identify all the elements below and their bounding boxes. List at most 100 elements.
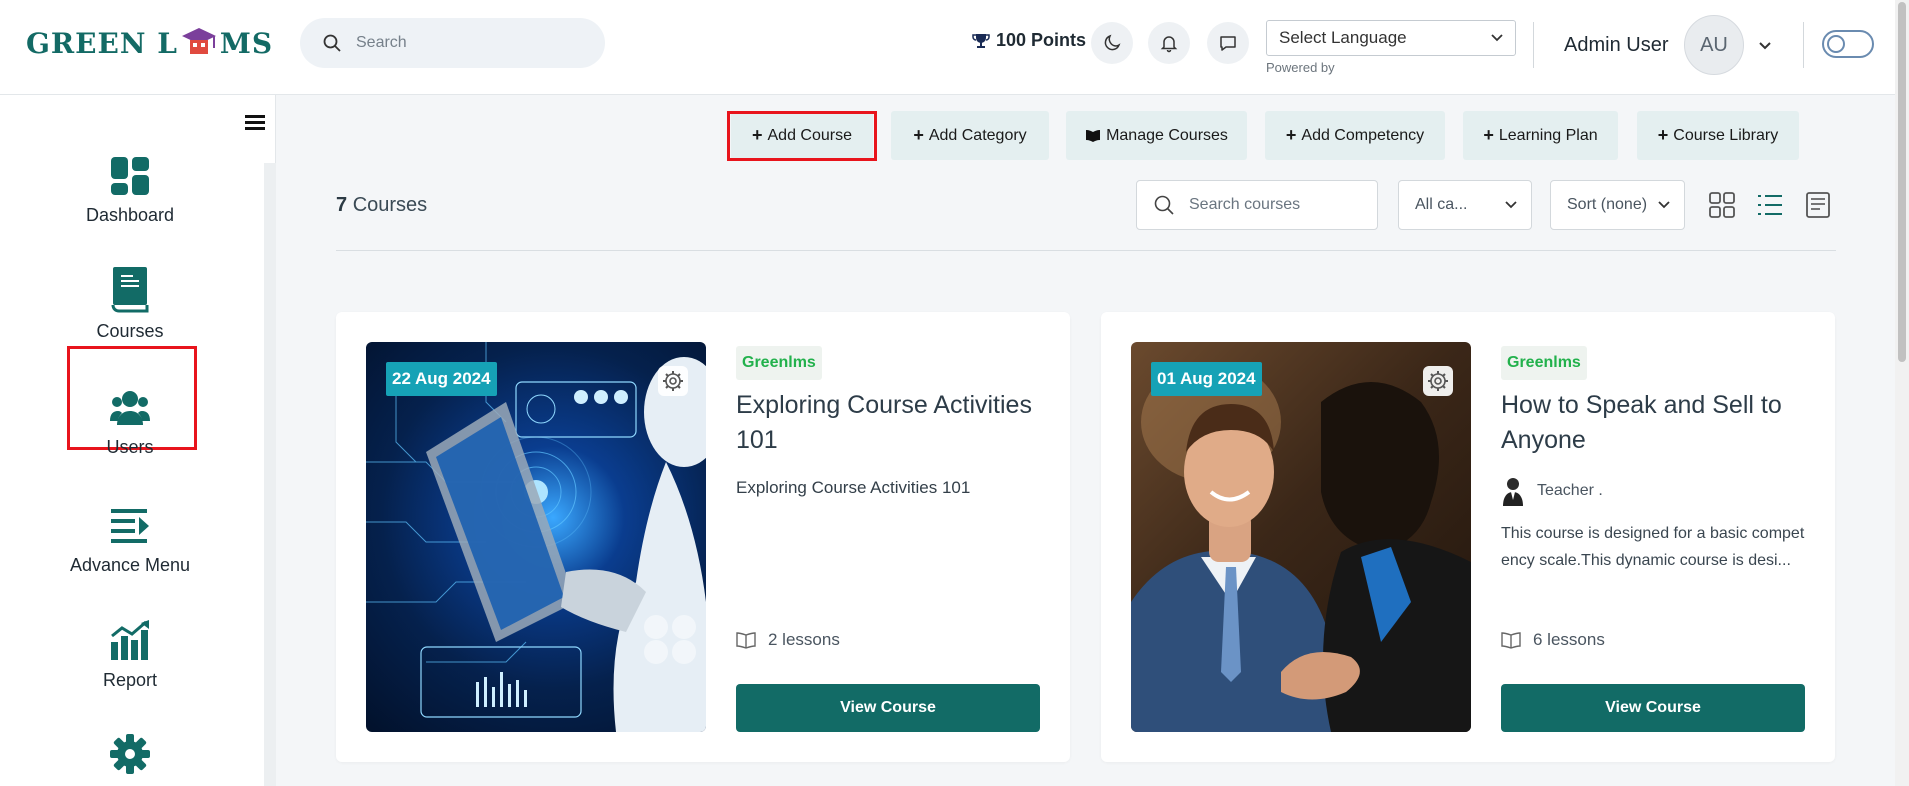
language-select-value: Select Language bbox=[1279, 28, 1407, 47]
book-icon bbox=[111, 267, 149, 313]
global-search[interactable] bbox=[300, 18, 605, 68]
plus-icon: + bbox=[1285, 125, 1297, 145]
scrollbar-thumb[interactable] bbox=[1898, 2, 1906, 362]
course-card: 01 Aug 2024 Greenlms How to Speak and Se… bbox=[1101, 312, 1835, 762]
chevron-down-icon bbox=[1491, 34, 1503, 42]
notifications-button[interactable] bbox=[1148, 22, 1190, 64]
sidebar-item-settings[interactable] bbox=[40, 733, 220, 783]
course-subtitle: Exploring Course Activities 101 bbox=[736, 478, 971, 497]
sidebar-item-users[interactable]: Users bbox=[40, 387, 220, 458]
plus-icon: + bbox=[1657, 125, 1669, 145]
dashboard-icon bbox=[111, 157, 149, 195]
handshake-photo-illustration bbox=[1131, 362, 1471, 732]
course-search-input[interactable] bbox=[1189, 196, 1369, 214]
messages-button[interactable] bbox=[1207, 22, 1249, 64]
logo-text-left: GREEN L bbox=[26, 26, 178, 60]
view-course-button[interactable]: View Course bbox=[736, 684, 1040, 732]
brand-logo[interactable]: GREEN L MS bbox=[26, 26, 273, 60]
grid-view-icon[interactable] bbox=[1708, 191, 1736, 219]
sidebar-item-label: Report bbox=[102, 670, 158, 690]
sidebar-item-label: Dashboard bbox=[85, 205, 175, 225]
teacher-avatar-icon bbox=[1503, 478, 1523, 506]
add-competency-button[interactable]: + Add Competency bbox=[1265, 111, 1445, 160]
course-description: This course is designed for a basic comp… bbox=[1501, 525, 1805, 569]
filter-divider bbox=[336, 250, 1836, 251]
powered-by-text: Powered by bbox=[1266, 60, 1335, 75]
graduation-cap-icon bbox=[181, 28, 216, 54]
global-search-input[interactable] bbox=[356, 34, 596, 52]
avatar[interactable]: AU bbox=[1684, 15, 1744, 75]
toggle-knob bbox=[1827, 35, 1845, 53]
sidebar-scrollbar[interactable] bbox=[264, 163, 276, 786]
sidebar-item-courses[interactable]: Courses bbox=[40, 265, 220, 342]
search-icon bbox=[1154, 195, 1174, 215]
gear-icon bbox=[663, 371, 683, 391]
course-library-button[interactable]: + Course Library bbox=[1637, 111, 1799, 160]
add-category-button[interactable]: + Add Category bbox=[891, 111, 1049, 160]
course-library-label: Course Library bbox=[1673, 126, 1779, 144]
chart-icon bbox=[111, 620, 149, 660]
sidebar-item-label: Courses bbox=[96, 321, 164, 341]
category-filter-select[interactable]: All ca... bbox=[1398, 180, 1532, 230]
ai-robot-illustration bbox=[366, 342, 706, 732]
sidebar-item-advance-menu[interactable]: Advance Menu bbox=[40, 505, 220, 576]
bell-icon bbox=[1160, 36, 1178, 53]
course-title[interactable]: Exploring Course Activities 101 bbox=[736, 388, 1036, 458]
course-card: 22 Aug 2024 Greenlms Exploring Course Ac… bbox=[336, 312, 1070, 762]
language-select[interactable]: Select Language bbox=[1266, 20, 1516, 56]
points-label: 100 Points bbox=[996, 30, 1087, 50]
lesson-count-label: 6 lessons bbox=[1533, 630, 1605, 649]
search-icon bbox=[323, 34, 341, 52]
add-category-label: Add Category bbox=[928, 126, 1027, 144]
course-tag: Greenlms bbox=[736, 346, 822, 380]
course-count-number: 7 bbox=[336, 194, 348, 216]
list-view-icon[interactable] bbox=[1756, 191, 1784, 219]
course-tag: Greenlms bbox=[1501, 346, 1587, 380]
gear-icon bbox=[110, 734, 150, 774]
users-icon bbox=[110, 391, 150, 425]
sidebar-item-label: Advance Menu bbox=[69, 555, 191, 575]
user-menu-chevron-icon[interactable] bbox=[1756, 36, 1774, 54]
sort-select[interactable]: Sort (none) bbox=[1550, 180, 1685, 230]
detail-view-icon[interactable] bbox=[1804, 191, 1832, 219]
view-course-button[interactable]: View Course bbox=[1501, 684, 1805, 732]
course-date-badge: 22 Aug 2024 bbox=[386, 362, 497, 396]
learning-plan-label: Learning Plan bbox=[1498, 126, 1598, 144]
add-competency-label: Add Competency bbox=[1301, 126, 1425, 144]
sort-select-value: Sort (none) bbox=[1567, 196, 1648, 213]
course-thumbnail[interactable]: 01 Aug 2024 bbox=[1131, 342, 1471, 732]
sidebar: Dashboard Courses Users Advance Menu Rep… bbox=[0, 95, 276, 786]
book-open-icon bbox=[1501, 632, 1521, 649]
lesson-count-label: 2 lessons bbox=[768, 630, 840, 649]
sidebar-item-label: Users bbox=[106, 437, 154, 457]
course-title[interactable]: How to Speak and Sell to Anyone bbox=[1501, 388, 1801, 458]
top-header: GREEN L MS 100 Points Select Language Po… bbox=[0, 0, 1909, 95]
trophy-icon bbox=[972, 33, 990, 48]
course-date-badge: 01 Aug 2024 bbox=[1151, 362, 1262, 396]
gear-icon bbox=[1428, 371, 1448, 391]
hamburger-menu-icon[interactable] bbox=[245, 115, 265, 131]
theme-toggle[interactable] bbox=[1822, 30, 1874, 58]
chat-icon bbox=[1220, 36, 1236, 51]
menu-icon bbox=[111, 509, 149, 543]
sidebar-item-dashboard[interactable]: Dashboard bbox=[40, 155, 220, 226]
manage-courses-button[interactable]: Manage Courses bbox=[1066, 111, 1247, 160]
chevron-down-icon bbox=[1505, 201, 1517, 209]
course-count: 7 Courses bbox=[336, 194, 427, 217]
dark-mode-button[interactable] bbox=[1091, 22, 1133, 64]
book-open-icon bbox=[736, 632, 756, 649]
chevron-down-icon bbox=[1658, 201, 1670, 209]
course-settings-button[interactable] bbox=[658, 366, 688, 396]
course-settings-button[interactable] bbox=[1423, 366, 1453, 396]
course-thumbnail[interactable]: 22 Aug 2024 bbox=[366, 342, 706, 732]
points-display: 100 Points bbox=[972, 30, 1086, 51]
course-search[interactable] bbox=[1136, 180, 1378, 230]
header-divider-2 bbox=[1803, 22, 1804, 68]
page-scrollbar[interactable] bbox=[1895, 0, 1909, 786]
course-count-label: Courses bbox=[352, 194, 428, 216]
user-name[interactable]: Admin User bbox=[1564, 34, 1668, 57]
add-course-highlight bbox=[727, 111, 877, 161]
sidebar-item-report[interactable]: Report bbox=[40, 620, 220, 691]
learning-plan-button[interactable]: + Learning Plan bbox=[1463, 111, 1618, 160]
moon-icon bbox=[1104, 34, 1121, 51]
